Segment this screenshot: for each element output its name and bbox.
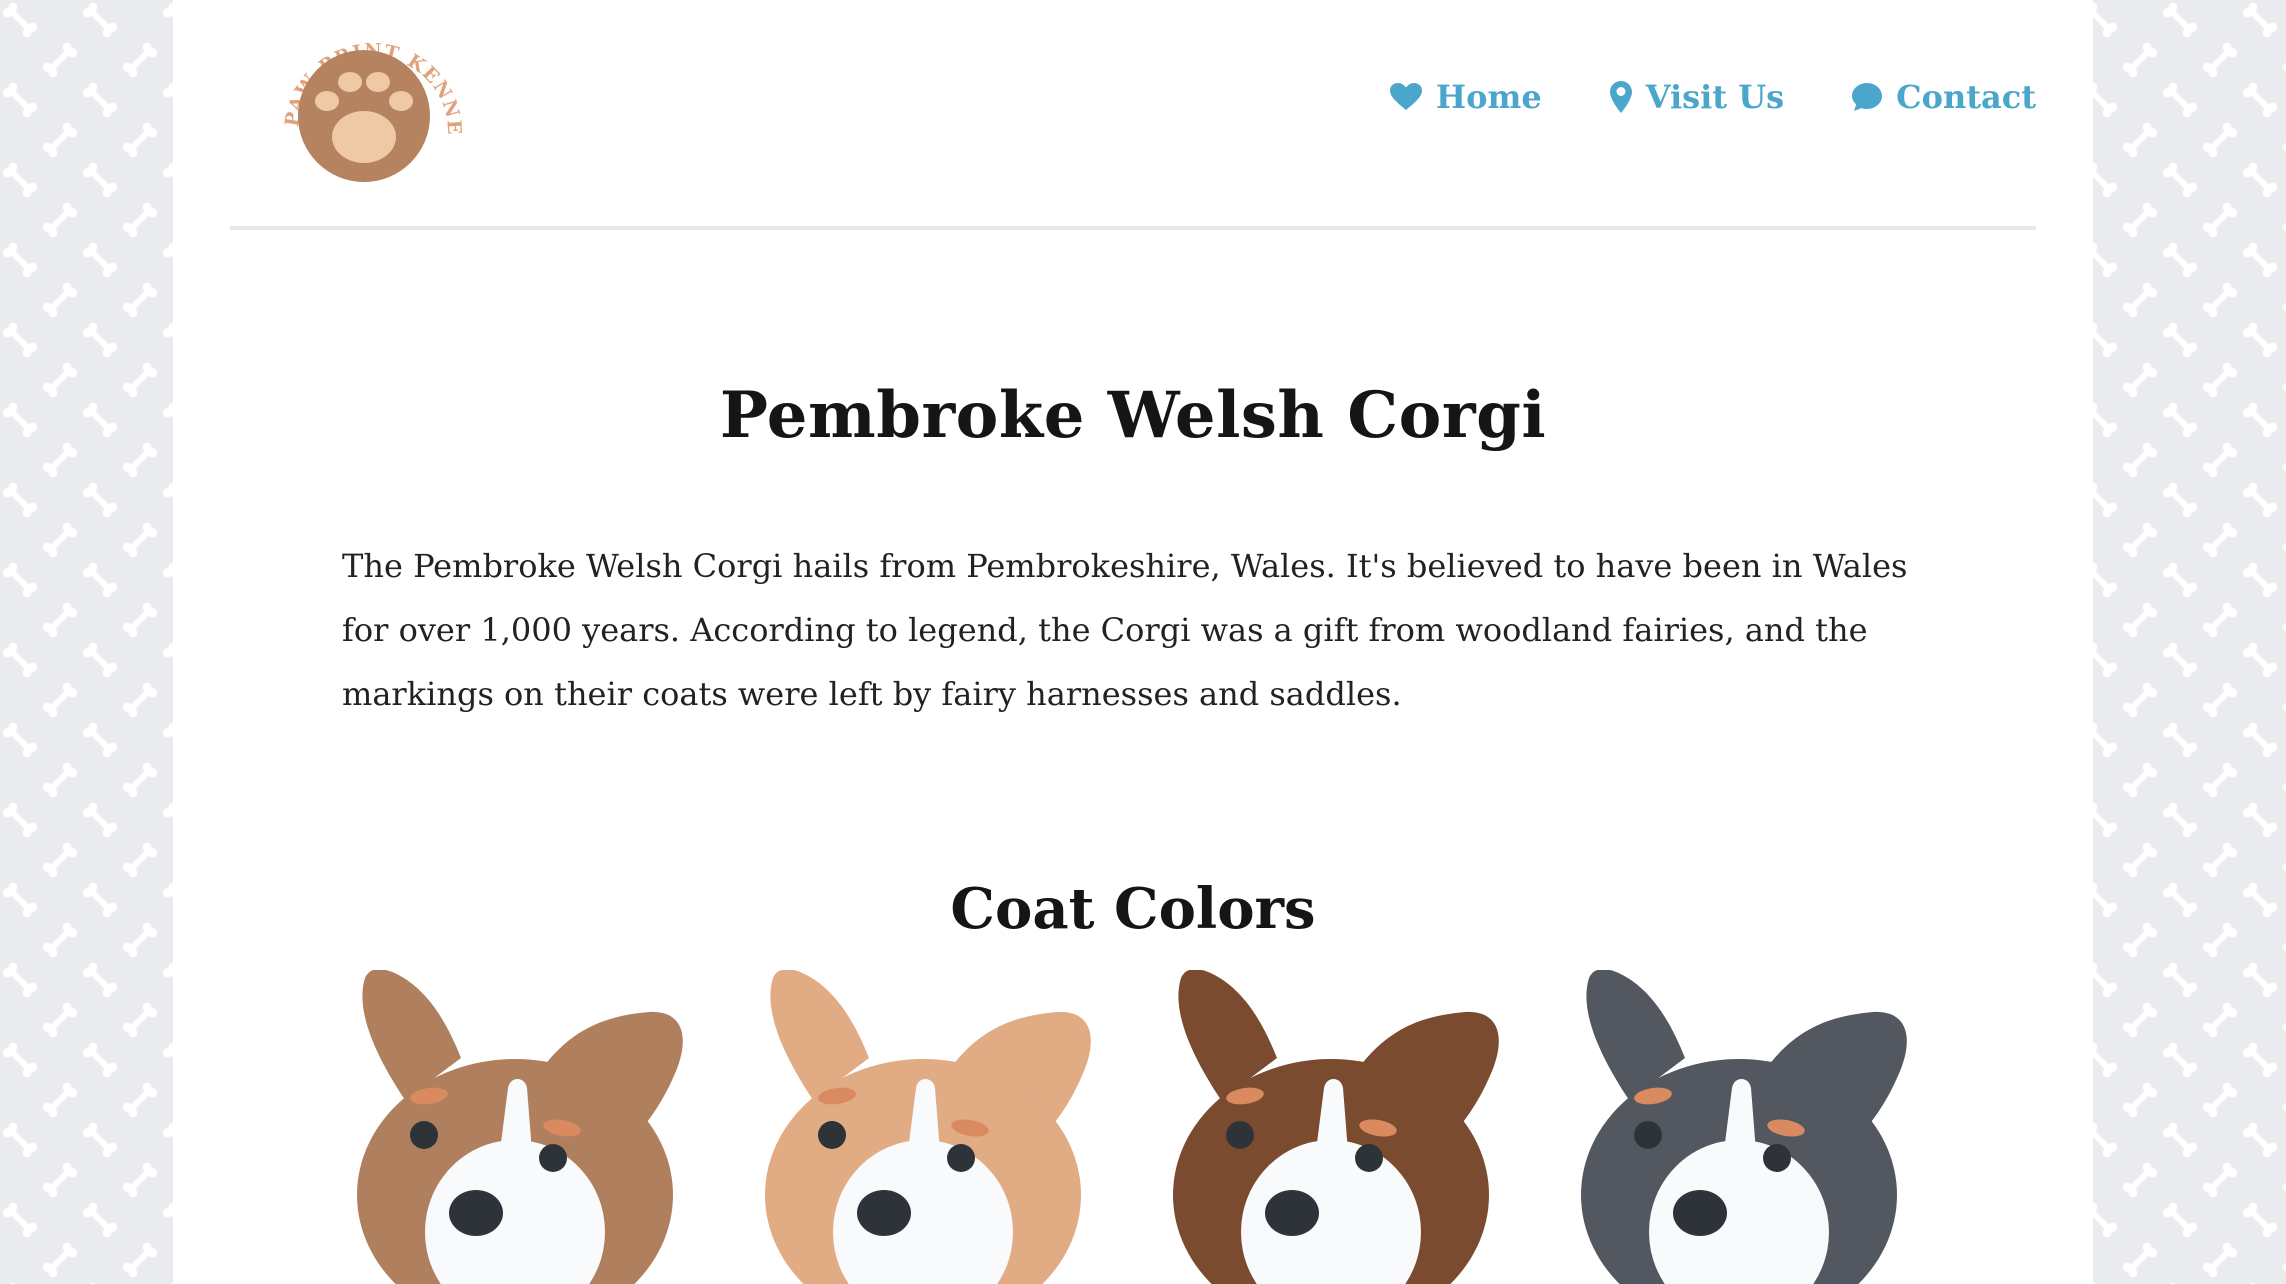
speech-bubble-icon: [1852, 83, 1883, 111]
corgi-sable-illustration[interactable]: [1161, 970, 1505, 1284]
page-title: Pembroke Welsh Corgi: [719, 378, 1547, 453]
breed-intro-text: The Pembroke Welsh Corgi hails from Pemb…: [342, 547, 1908, 713]
coat-colors-gallery: [345, 970, 1921, 1284]
page-container: PAW PRINT KENNELS Home: [173, 0, 2093, 1284]
nav-home-link[interactable]: Home: [1389, 78, 1542, 116]
nav-contact-label: Contact: [1896, 78, 2036, 116]
corgi-fawn-illustration[interactable]: [753, 970, 1097, 1284]
paw-print-kennels-logo[interactable]: PAW PRINT KENNELS: [262, 3, 470, 200]
nav-home-label: Home: [1435, 78, 1542, 116]
corgi-red-illustration[interactable]: [345, 970, 689, 1284]
coat-colors-heading: Coat Colors: [950, 876, 1316, 942]
main-nav: Home Visit Us Contact: [1389, 78, 2036, 116]
heart-icon: [1389, 83, 1422, 111]
map-pin-icon: [1609, 81, 1632, 113]
nav-contact-link[interactable]: Contact: [1852, 78, 2036, 116]
site-header: PAW PRINT KENNELS Home: [230, 0, 2036, 230]
corgi-tricolor-illustration[interactable]: [1569, 970, 1913, 1284]
nav-visit-us-label: Visit Us: [1645, 78, 1785, 116]
nav-visit-us-link[interactable]: Visit Us: [1609, 78, 1785, 116]
